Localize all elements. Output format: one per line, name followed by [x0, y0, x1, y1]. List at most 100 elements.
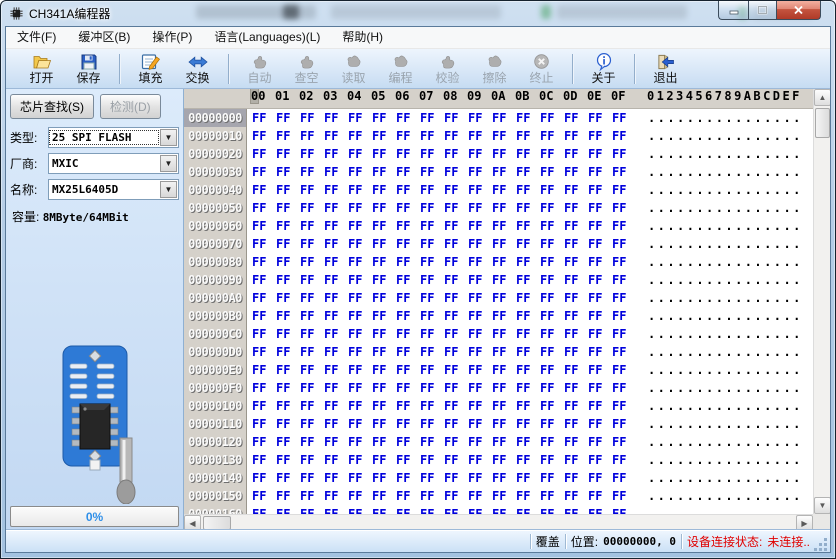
hex-byte[interactable]: FF [300, 129, 324, 143]
hex-byte[interactable]: FF [588, 471, 612, 485]
hex-byte[interactable]: FF [444, 219, 468, 233]
hex-byte[interactable]: FF [612, 219, 636, 233]
hex-byte[interactable]: FF [444, 111, 468, 125]
hex-byte[interactable]: FF [444, 507, 468, 514]
hex-byte[interactable]: FF [468, 363, 492, 377]
hex-byte[interactable]: FF [468, 165, 492, 179]
toolbar-button-exit-door[interactable]: 退出 [642, 53, 689, 85]
hex-byte[interactable]: FF [348, 453, 372, 467]
hex-byte[interactable]: FF [588, 291, 612, 305]
hex-byte[interactable]: FF [612, 471, 636, 485]
hex-byte[interactable]: FF [612, 345, 636, 359]
hex-byte[interactable]: FF [276, 399, 300, 413]
hex-byte[interactable]: FF [252, 309, 276, 323]
hex-byte[interactable]: FF [492, 453, 516, 467]
hex-byte[interactable]: FF [444, 345, 468, 359]
hex-byte[interactable]: FF [468, 129, 492, 143]
scroll-right-button[interactable]: ▶ [796, 515, 813, 531]
chevron-down-icon[interactable]: ▼ [160, 181, 177, 198]
hex-byte[interactable]: FF [372, 129, 396, 143]
hex-byte[interactable]: FF [420, 489, 444, 503]
hex-address[interactable]: 00000050 [184, 199, 247, 217]
hex-byte[interactable]: FF [540, 453, 564, 467]
hex-byte[interactable]: FF [540, 327, 564, 341]
menu-item[interactable]: 缓冲区(B) [67, 27, 141, 48]
hex-byte[interactable]: FF [564, 507, 588, 514]
hex-byte[interactable]: FF [540, 237, 564, 251]
hex-byte[interactable]: FF [252, 471, 276, 485]
hex-byte[interactable]: FF [468, 345, 492, 359]
hex-byte[interactable]: FF [492, 273, 516, 287]
hex-byte[interactable]: FF [468, 417, 492, 431]
hex-byte[interactable]: FF [444, 183, 468, 197]
hex-byte[interactable]: FF [372, 327, 396, 341]
hex-byte[interactable]: FF [396, 309, 420, 323]
hex-byte[interactable]: FF [348, 489, 372, 503]
hex-byte[interactable]: FF [372, 237, 396, 251]
hex-byte[interactable]: FF [468, 111, 492, 125]
hex-byte[interactable]: FF [420, 381, 444, 395]
hex-byte[interactable]: FF [492, 327, 516, 341]
hex-byte[interactable]: FF [252, 435, 276, 449]
hex-byte[interactable]: FF [444, 201, 468, 215]
menu-item[interactable]: 帮助(H) [331, 27, 394, 48]
hex-byte[interactable]: FF [540, 165, 564, 179]
hex-byte[interactable]: FF [324, 381, 348, 395]
maximize-button[interactable] [748, 1, 776, 20]
hex-byte[interactable]: FF [396, 345, 420, 359]
hex-byte[interactable]: FF [252, 129, 276, 143]
hex-byte[interactable]: FF [516, 165, 540, 179]
hex-byte[interactable]: FF [348, 255, 372, 269]
hex-byte[interactable]: FF [492, 489, 516, 503]
hex-byte[interactable]: FF [276, 219, 300, 233]
hex-byte[interactable]: FF [276, 381, 300, 395]
hex-byte[interactable]: FF [252, 507, 276, 514]
hex-byte[interactable]: FF [588, 183, 612, 197]
hex-byte[interactable]: FF [324, 435, 348, 449]
hex-byte[interactable]: FF [252, 255, 276, 269]
hex-byte[interactable]: FF [300, 147, 324, 161]
hex-byte[interactable]: FF [612, 129, 636, 143]
hex-byte[interactable]: FF [492, 111, 516, 125]
vertical-scrollbar[interactable]: ▲ ▼ [813, 89, 830, 514]
hex-byte[interactable]: FF [468, 219, 492, 233]
hex-byte[interactable]: FF [492, 183, 516, 197]
hex-byte[interactable]: FF [300, 165, 324, 179]
menu-item[interactable]: 操作(P) [141, 27, 203, 48]
hex-byte[interactable]: FF [420, 327, 444, 341]
hex-byte[interactable]: FF [396, 489, 420, 503]
hex-byte[interactable]: FF [468, 381, 492, 395]
hex-byte[interactable]: FF [564, 417, 588, 431]
chip-search-button[interactable]: 芯片查找(S) [10, 94, 94, 119]
hex-byte[interactable]: FF [300, 255, 324, 269]
hex-byte[interactable]: FF [444, 237, 468, 251]
hex-byte[interactable]: FF [588, 399, 612, 413]
hex-byte[interactable]: FF [612, 147, 636, 161]
hex-byte[interactable]: FF [276, 183, 300, 197]
hex-byte[interactable]: FF [492, 309, 516, 323]
hex-byte[interactable]: FF [372, 273, 396, 287]
hex-byte[interactable]: FF [588, 345, 612, 359]
hex-byte[interactable]: FF [516, 129, 540, 143]
hex-byte[interactable]: FF [300, 471, 324, 485]
hex-address[interactable]: 000000F0 [184, 379, 247, 397]
hex-byte[interactable]: FF [420, 183, 444, 197]
hex-byte[interactable]: FF [540, 219, 564, 233]
hex-byte[interactable]: FF [492, 147, 516, 161]
hex-byte[interactable]: FF [564, 147, 588, 161]
hex-byte[interactable]: FF [348, 345, 372, 359]
hex-byte[interactable]: FF [372, 201, 396, 215]
hex-byte[interactable]: FF [468, 489, 492, 503]
hex-byte[interactable]: FF [396, 327, 420, 341]
hex-byte[interactable]: FF [324, 201, 348, 215]
hex-byte[interactable]: FF [444, 273, 468, 287]
hex-byte[interactable]: FF [348, 399, 372, 413]
hex-byte[interactable]: FF [252, 381, 276, 395]
horizontal-scroll-thumb[interactable] [203, 516, 231, 530]
hex-byte[interactable]: FF [444, 165, 468, 179]
hex-byte[interactable]: FF [444, 363, 468, 377]
hex-address[interactable]: 00000010 [184, 127, 247, 145]
hex-byte[interactable]: FF [324, 417, 348, 431]
hex-byte[interactable]: FF [564, 183, 588, 197]
hex-byte[interactable]: FF [372, 489, 396, 503]
